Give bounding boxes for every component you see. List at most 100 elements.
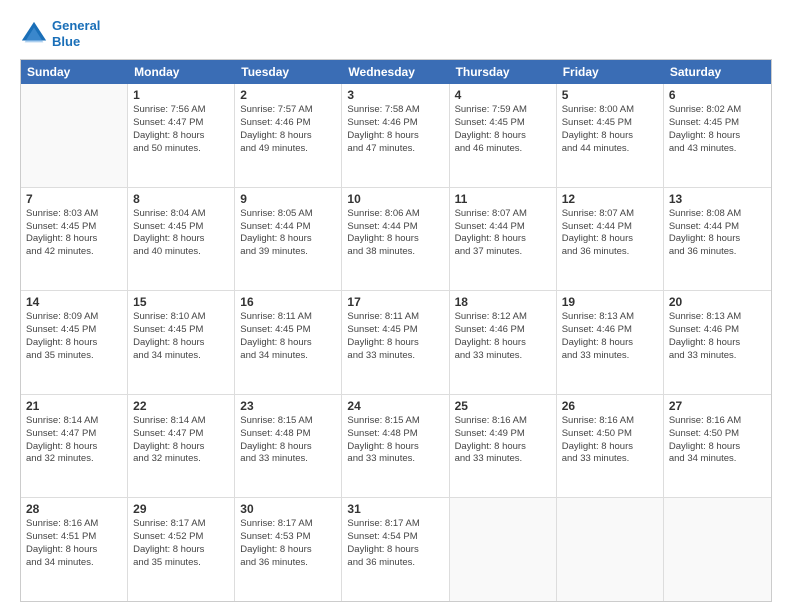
sunset-text: Sunset: 4:45 PM <box>240 324 336 337</box>
sunrise-text: Sunrise: 7:57 AM <box>240 104 336 117</box>
daylight-line2: and 35 minutes. <box>133 557 229 570</box>
sunrise-text: Sunrise: 8:16 AM <box>455 415 551 428</box>
calendar-header-cell: Wednesday <box>342 60 449 84</box>
calendar-cell: 24Sunrise: 8:15 AMSunset: 4:48 PMDayligh… <box>342 395 449 498</box>
calendar-cell: 27Sunrise: 8:16 AMSunset: 4:50 PMDayligh… <box>664 395 771 498</box>
sunrise-text: Sunrise: 8:00 AM <box>562 104 658 117</box>
calendar-cell: 29Sunrise: 8:17 AMSunset: 4:52 PMDayligh… <box>128 498 235 601</box>
daylight-line1: Daylight: 8 hours <box>347 337 443 350</box>
header: General Blue <box>20 18 772 49</box>
sunset-text: Sunset: 4:50 PM <box>562 428 658 441</box>
day-info: Sunrise: 8:06 AMSunset: 4:44 PMDaylight:… <box>347 208 443 259</box>
calendar-cell: 19Sunrise: 8:13 AMSunset: 4:46 PMDayligh… <box>557 291 664 394</box>
daylight-line2: and 36 minutes. <box>347 557 443 570</box>
calendar-cell <box>664 498 771 601</box>
daylight-line1: Daylight: 8 hours <box>133 544 229 557</box>
day-info: Sunrise: 8:16 AMSunset: 4:50 PMDaylight:… <box>669 415 766 466</box>
sunset-text: Sunset: 4:47 PM <box>133 117 229 130</box>
page: General Blue SundayMondayTuesdayWednesda… <box>0 0 792 612</box>
calendar-cell: 2Sunrise: 7:57 AMSunset: 4:46 PMDaylight… <box>235 84 342 187</box>
daylight-line1: Daylight: 8 hours <box>669 233 766 246</box>
daylight-line2: and 49 minutes. <box>240 143 336 156</box>
calendar-header-cell: Friday <box>557 60 664 84</box>
daylight-line1: Daylight: 8 hours <box>240 544 336 557</box>
day-number: 28 <box>26 502 122 516</box>
calendar-cell: 4 Sunrise: 7:59 AMSunset: 4:45 PMDaylight… <box>450 84 557 187</box>
day-info: Sunrise: 8:07 AMSunset: 4:44 PMDaylight:… <box>455 208 551 259</box>
sunset-text: Sunset: 4:45 PM <box>133 221 229 234</box>
sunset-text: Sunset: 4:44 PM <box>240 221 336 234</box>
daylight-line2: and 33 minutes. <box>562 453 658 466</box>
sunrise-text: Sunrise: 8:03 AM <box>26 208 122 221</box>
sunset-text: Sunset: 4:45 PM <box>669 117 766 130</box>
sunrise-text: Sunrise: 8:17 AM <box>240 518 336 531</box>
calendar-cell: 25Sunrise: 8:16 AMSunset: 4:49 PMDayligh… <box>450 395 557 498</box>
day-number: 15 <box>133 295 229 309</box>
daylight-line2: and 33 minutes. <box>347 350 443 363</box>
day-number: 2 <box>240 88 336 102</box>
day-number: 10 <box>347 192 443 206</box>
sunset-text: Sunset: 4:53 PM <box>240 531 336 544</box>
sunset-text: Sunset: 4:44 PM <box>562 221 658 234</box>
calendar-cell: 9 Sunrise: 8:05 AMSunset: 4:44 PMDaylight… <box>235 188 342 291</box>
calendar-header-cell: Monday <box>128 60 235 84</box>
calendar-header: SundayMondayTuesdayWednesdayThursdayFrid… <box>21 60 771 84</box>
day-number: 29 <box>133 502 229 516</box>
day-number: 4 <box>455 88 551 102</box>
day-number: 21 <box>26 399 122 413</box>
day-info: Sunrise: 8:17 AMSunset: 4:54 PMDaylight:… <box>347 518 443 569</box>
sunset-text: Sunset: 4:46 PM <box>669 324 766 337</box>
sunrise-text: Sunrise: 8:04 AM <box>133 208 229 221</box>
day-number: 6 <box>669 88 766 102</box>
calendar-header-cell: Saturday <box>664 60 771 84</box>
calendar-cell <box>21 84 128 187</box>
daylight-line1: Daylight: 8 hours <box>562 130 658 143</box>
daylight-line2: and 33 minutes. <box>347 453 443 466</box>
daylight-line1: Daylight: 8 hours <box>26 441 122 454</box>
sunrise-text: Sunrise: 8:14 AM <box>26 415 122 428</box>
daylight-line1: Daylight: 8 hours <box>240 337 336 350</box>
day-info: Sunrise: 7:59 AMSunset: 4:45 PMDaylight:… <box>455 104 551 155</box>
daylight-line2: and 33 minutes. <box>562 350 658 363</box>
day-number: 26 <box>562 399 658 413</box>
sunrise-text: Sunrise: 8:17 AM <box>347 518 443 531</box>
calendar: SundayMondayTuesdayWednesdayThursdayFrid… <box>20 59 772 602</box>
calendar-cell: 15Sunrise: 8:10 AMSunset: 4:45 PMDayligh… <box>128 291 235 394</box>
calendar-cell: 12Sunrise: 8:07 AMSunset: 4:44 PMDayligh… <box>557 188 664 291</box>
sunset-text: Sunset: 4:44 PM <box>347 221 443 234</box>
day-number: 19 <box>562 295 658 309</box>
daylight-line1: Daylight: 8 hours <box>26 233 122 246</box>
sunset-text: Sunset: 4:46 PM <box>240 117 336 130</box>
sunrise-text: Sunrise: 8:10 AM <box>133 311 229 324</box>
daylight-line2: and 43 minutes. <box>669 143 766 156</box>
calendar-header-cell: Sunday <box>21 60 128 84</box>
calendar-cell: 7Sunrise: 8:03 AMSunset: 4:45 PMDaylight… <box>21 188 128 291</box>
daylight-line1: Daylight: 8 hours <box>26 544 122 557</box>
day-number: 5 <box>562 88 658 102</box>
sunset-text: Sunset: 4:45 PM <box>562 117 658 130</box>
day-number: 9 <box>240 192 336 206</box>
daylight-line1: Daylight: 8 hours <box>26 337 122 350</box>
day-number: 16 <box>240 295 336 309</box>
day-info: Sunrise: 8:16 AMSunset: 4:50 PMDaylight:… <box>562 415 658 466</box>
day-info: Sunrise: 8:13 AMSunset: 4:46 PMDaylight:… <box>669 311 766 362</box>
calendar-cell: 22Sunrise: 8:14 AMSunset: 4:47 PMDayligh… <box>128 395 235 498</box>
daylight-line1: Daylight: 8 hours <box>133 233 229 246</box>
daylight-line2: and 32 minutes. <box>26 453 122 466</box>
daylight-line2: and 36 minutes. <box>562 246 658 259</box>
day-info: Sunrise: 8:05 AMSunset: 4:44 PMDaylight:… <box>240 208 336 259</box>
day-number: 8 <box>133 192 229 206</box>
calendar-row: 14Sunrise: 8:09 AMSunset: 4:45 PMDayligh… <box>21 291 771 395</box>
daylight-line1: Daylight: 8 hours <box>455 337 551 350</box>
daylight-line2: and 37 minutes. <box>455 246 551 259</box>
sunset-text: Sunset: 4:51 PM <box>26 531 122 544</box>
sunset-text: Sunset: 4:48 PM <box>347 428 443 441</box>
sunset-text: Sunset: 4:47 PM <box>26 428 122 441</box>
daylight-line1: Daylight: 8 hours <box>562 441 658 454</box>
daylight-line2: and 34 minutes. <box>133 350 229 363</box>
calendar-row: 21Sunrise: 8:14 AMSunset: 4:47 PMDayligh… <box>21 395 771 499</box>
day-info: Sunrise: 8:09 AMSunset: 4:45 PMDaylight:… <box>26 311 122 362</box>
day-number: 17 <box>347 295 443 309</box>
calendar-cell: 14Sunrise: 8:09 AMSunset: 4:45 PMDayligh… <box>21 291 128 394</box>
calendar-cell: 28Sunrise: 8:16 AMSunset: 4:51 PMDayligh… <box>21 498 128 601</box>
